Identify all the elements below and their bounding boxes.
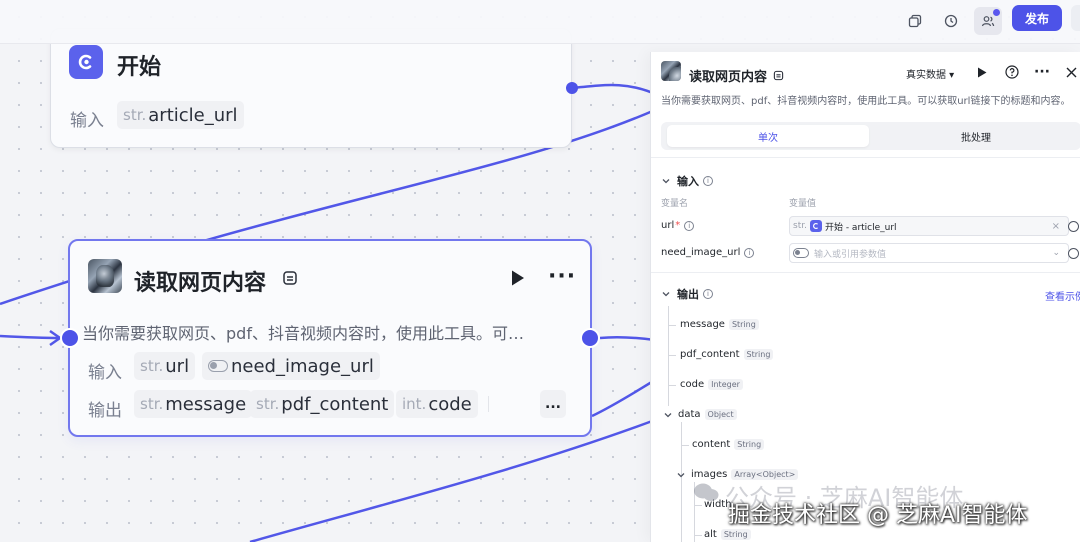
start-node-icon [69, 45, 103, 79]
info-icon: i [744, 247, 755, 258]
panel-plugin-thumbnail [661, 61, 681, 81]
tab-single[interactable]: 单次 [667, 125, 869, 147]
toggle-icon[interactable] [793, 248, 809, 258]
tree-line [668, 355, 676, 356]
output-alt: alt String [704, 529, 751, 540]
edge-bottom [249, 418, 656, 542]
start-node-title: 开始 [117, 55, 162, 80]
top-toolbar: 发布 [0, 0, 1080, 44]
read-output-port[interactable] [580, 328, 600, 348]
param-name: article_url [148, 104, 238, 126]
input-tag-url: str. url [134, 352, 196, 380]
edge-start-to-right [571, 83, 661, 98]
column-header-name: 变量名 [661, 199, 689, 209]
variable-setting-icon[interactable] [1068, 248, 1079, 259]
edge-lower-right [591, 378, 656, 418]
run-play-icon[interactable] [510, 269, 526, 291]
start-node[interactable]: 开始 输入 str. article_url [50, 28, 572, 148]
read-input-label: 输入 [88, 363, 122, 383]
tree-line [694, 535, 702, 536]
read-output-label: 输出 [88, 401, 122, 421]
read-node-description: 当你需要获取网页、pdf、抖音视频内容时，使用此工具。可… [82, 324, 524, 343]
edge-in-arrow [0, 334, 61, 340]
edge-out-right [599, 335, 656, 342]
panel-divider [651, 272, 1080, 273]
tree-line [681, 422, 682, 542]
variable-setting-icon[interactable] [1068, 221, 1079, 232]
help-icon[interactable] [1004, 64, 1020, 80]
var-url-label: url * i [661, 220, 695, 231]
view-example-link[interactable]: 查看示例 [1045, 288, 1080, 303]
output-tag-message: str. message [134, 390, 253, 418]
chevron-down-icon [662, 292, 670, 297]
copy-icon[interactable] [901, 7, 929, 35]
publish-button[interactable]: 发布 [1012, 5, 1062, 31]
panel-divider [651, 157, 1080, 158]
tab-batch[interactable]: 批处理 [875, 125, 1077, 147]
run-mode-tabs: 单次 批处理 [661, 122, 1080, 150]
info-icon: i [703, 176, 713, 186]
data-mode-select[interactable]: 真实数据 ▾ [906, 66, 954, 81]
plugin-badge-icon [282, 270, 298, 290]
output-code: code Integer [680, 379, 743, 390]
notification-dot [993, 9, 1000, 16]
toggle-icon [208, 360, 228, 372]
panel-run-icon[interactable] [974, 64, 990, 80]
chevron-down-icon[interactable]: ⌄ [1052, 248, 1060, 258]
start-output-port[interactable] [566, 82, 578, 94]
tree-line [668, 325, 676, 326]
input-section-header[interactable]: 输入 i [661, 173, 713, 189]
chevron-down-icon [664, 412, 672, 417]
info-icon: i [684, 220, 695, 231]
chevron-down-icon [662, 179, 670, 184]
tree-line [681, 445, 689, 446]
close-icon[interactable] [1063, 64, 1079, 80]
url-value-field[interactable]: str. 开始 - article_url × [789, 216, 1069, 236]
more-options-icon[interactable]: ··· [548, 264, 576, 289]
more-outputs-button[interactable]: ... [540, 390, 566, 418]
start-input-label: 输入 [70, 111, 104, 131]
node-config-panel: 读取网页内容 真实数据 ▾ ··· 当你需要获取网页、pdf、抖音视频内容时，使… [650, 52, 1080, 542]
chevron-down-icon [677, 472, 685, 477]
tag-fade-divider [488, 396, 489, 412]
output-tag-pdf-content: str. pdf_content [250, 390, 395, 418]
watermark-strong: 掘金技术社区 @ 芝麻AI智能体 [728, 503, 1028, 528]
output-data[interactable]: data Object [663, 409, 737, 420]
info-icon: i [703, 289, 713, 299]
tree-line [668, 385, 676, 386]
tree-line [668, 306, 669, 406]
panel-plugin-badge-icon [773, 66, 784, 85]
output-pdf-content: pdf_content String [680, 349, 774, 360]
start-param-tag: str. article_url [117, 101, 244, 129]
panel-description: 当你需要获取网页、pdf、抖音视频内容时，使用此工具。可以获取url链接下的标题… [661, 96, 1071, 107]
read-webpage-node[interactable]: 读取网页内容 ··· 当你需要获取网页、pdf、抖音视频内容时，使用此工具。可…… [68, 239, 592, 437]
param-type: str. [123, 106, 147, 124]
output-content: content String [692, 439, 765, 450]
panel-title: 读取网页内容 [689, 70, 768, 85]
tree-line [694, 505, 702, 506]
toolbar-edge-button[interactable] [1071, 5, 1080, 31]
collaborators-icon[interactable] [974, 7, 1002, 35]
history-icon[interactable] [937, 7, 965, 35]
start-node-ref-icon [809, 220, 822, 232]
wechat-logo-icon [694, 483, 719, 501]
output-tag-code: int. code [396, 390, 478, 418]
input-tag-need-image-url: need_image_url [202, 352, 380, 380]
output-message: message String [680, 319, 759, 330]
clear-icon[interactable]: × [1052, 221, 1060, 232]
plugin-thumbnail [88, 259, 122, 293]
need-image-url-field[interactable]: 输入或引用参数值 ⌄ [789, 243, 1069, 263]
read-node-title: 读取网页内容 [134, 271, 267, 296]
panel-more-icon[interactable]: ··· [1034, 64, 1050, 80]
column-header-value: 变量值 [789, 199, 817, 209]
output-section-header[interactable]: 输出 i [661, 286, 713, 302]
var-need-image-url-label: need_image_url i [661, 247, 755, 258]
read-input-port[interactable] [60, 328, 80, 348]
